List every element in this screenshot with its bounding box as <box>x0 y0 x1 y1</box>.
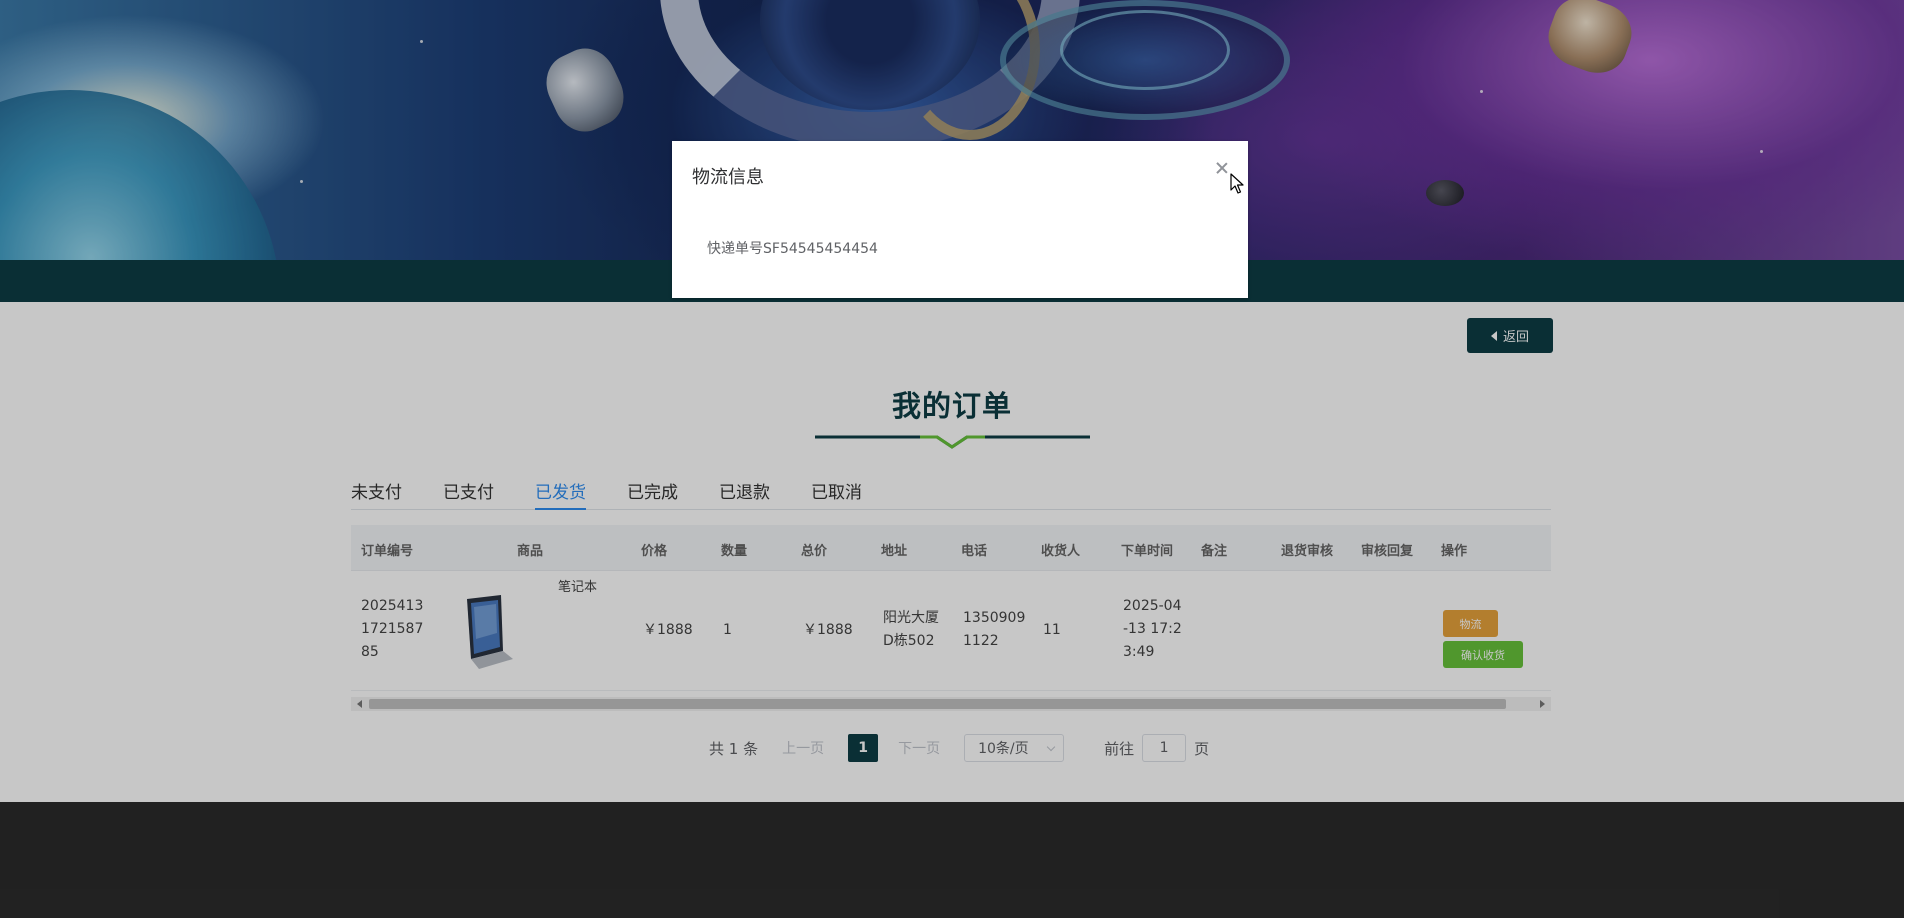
mouse-cursor-icon <box>1230 173 1244 194</box>
close-icon[interactable] <box>1212 159 1232 179</box>
tracking-number-text: 快递单号SF54545454454 <box>707 241 878 257</box>
modal-overlay[interactable] <box>0 0 1904 918</box>
window-gutter <box>1904 0 1920 918</box>
logistics-info-dialog: 物流信息 快递单号SF54545454454 <box>672 141 1248 298</box>
dialog-title: 物流信息 <box>692 167 764 188</box>
